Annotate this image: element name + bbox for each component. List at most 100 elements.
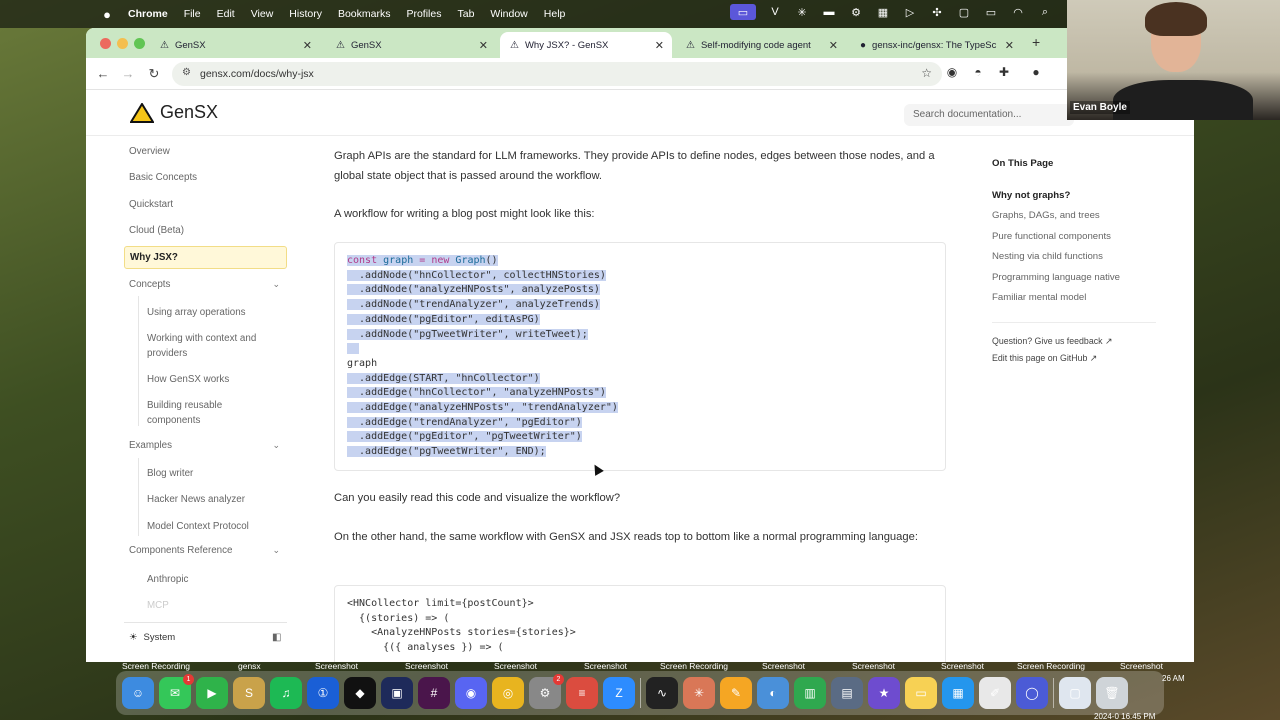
xcode-simulator-icon[interactable]: ▤: [831, 677, 863, 709]
battery-icon[interactable]: ▭: [983, 4, 999, 20]
desktop-file-label[interactable]: Screenshot: [762, 661, 805, 671]
play-icon[interactable]: ▷: [902, 4, 918, 20]
textedit-icon[interactable]: ✐: [979, 677, 1011, 709]
todoist-icon[interactable]: ≡: [566, 677, 598, 709]
finder-icon[interactable]: ☺: [122, 677, 154, 709]
menu-app-name[interactable]: Chrome: [128, 8, 168, 20]
imovie-icon[interactable]: ★: [868, 677, 900, 709]
toc-item-why-not-graphs[interactable]: Why not graphs?: [992, 190, 1070, 201]
sonos-icon[interactable]: S: [233, 677, 265, 709]
new-tab-button[interactable]: +: [1032, 34, 1040, 50]
warp-icon[interactable]: ◯: [1016, 677, 1048, 709]
sidebar-item-reusable-components[interactable]: Building reusable components: [147, 398, 277, 428]
sidebar-item-why-jsx[interactable]: Why JSX?: [124, 246, 287, 269]
site-info-icon[interactable]: ⚙: [182, 67, 191, 78]
tab-self-modifying[interactable]: ⚠ Self-modifying code agent ✕: [676, 32, 846, 58]
menu-edit[interactable]: Edit: [217, 8, 235, 20]
screen-share-icon[interactable]: ▭: [730, 4, 756, 20]
reload-icon[interactable]: ↻: [145, 65, 163, 83]
zoom-icon[interactable]: Z: [603, 677, 635, 709]
code-block-jsx[interactable]: <HNCollector limit={postCount}> {(storie…: [334, 585, 946, 662]
desktop-file-label[interactable]: Screenshot: [1120, 661, 1163, 671]
toc-item-language-native[interactable]: Programming language native: [992, 272, 1120, 283]
menu-tab[interactable]: Tab: [457, 8, 474, 20]
desktop-file-label[interactable]: Screen Recording: [660, 661, 728, 671]
menu-window[interactable]: Window: [490, 8, 527, 20]
desktop-file-label[interactable]: Screen Recording: [1017, 661, 1085, 671]
sidebar-item-overview[interactable]: Overview: [129, 146, 284, 157]
toc-item-pure-functional[interactable]: Pure functional components: [992, 231, 1111, 242]
sidebar-item-quickstart[interactable]: Quickstart: [129, 199, 284, 210]
sidebar-item-hn-analyzer[interactable]: Hacker News analyzer: [147, 492, 277, 507]
tab-github[interactable]: ● gensx-inc/gensx: The TypeSc ✕: [850, 32, 1022, 58]
desktop-file-label[interactable]: Screenshot: [584, 661, 627, 671]
bookmark-star-icon[interactable]: ☆: [921, 66, 932, 80]
wifi-icon[interactable]: ◠: [1010, 4, 1026, 20]
menu-file[interactable]: File: [184, 8, 201, 20]
code-block-graph[interactable]: const graph = new Graph() .addNode("hnCo…: [334, 242, 946, 471]
trash-icon[interactable]: 🗑: [1096, 677, 1128, 709]
close-icon[interactable]: ✕: [1005, 39, 1014, 52]
menu-bookmarks[interactable]: Bookmarks: [338, 8, 391, 20]
zoom-window-button[interactable]: [134, 38, 145, 49]
menu-history[interactable]: History: [289, 8, 322, 20]
gear-icon[interactable]: ⚙: [848, 4, 864, 20]
puzzle-icon[interactable]: ✚: [996, 65, 1012, 79]
sidebar-item-array-operations[interactable]: Using array operations: [147, 305, 277, 320]
calendar-icon[interactable]: ▦: [875, 4, 891, 20]
vercel-icon[interactable]: V: [767, 4, 783, 20]
chrome-icon[interactable]: ◎: [492, 677, 524, 709]
sidebar-item-examples[interactable]: Examples ⌄: [129, 440, 284, 451]
sidebar-item-how-gensx-works[interactable]: How GenSX works: [147, 372, 277, 387]
spotify-icon[interactable]: ♫: [270, 677, 302, 709]
facetime-icon[interactable]: ▶: [196, 677, 228, 709]
back-arrow-icon[interactable]: ←: [94, 65, 112, 83]
fan-icon[interactable]: ✣: [929, 4, 945, 20]
tab-gensx-2[interactable]: ⚠ GenSX ✕: [326, 32, 496, 58]
activity-monitor-icon[interactable]: ∿: [646, 677, 678, 709]
sidebar-item-basic-concepts[interactable]: Basic Concepts: [129, 172, 284, 183]
sidebar-item-context-providers[interactable]: Working with context and providers: [147, 331, 277, 361]
display-icon[interactable]: ▬: [821, 4, 837, 20]
proxyman-icon[interactable]: ◐: [757, 677, 789, 709]
theme-selector[interactable]: ☀ System: [129, 632, 175, 643]
apple-icon[interactable]: ●: [100, 7, 114, 22]
toc-item-mental-model[interactable]: Familiar mental model: [992, 292, 1086, 303]
1password-icon[interactable]: ①: [307, 677, 339, 709]
docker-icon[interactable]: ▦: [942, 677, 974, 709]
messages-icon[interactable]: ✉ 1: [159, 674, 194, 709]
site-logo[interactable]: GenSX: [130, 102, 218, 123]
desktop-file-label[interactable]: Screenshot: [405, 661, 448, 671]
close-window-button[interactable]: [100, 38, 111, 49]
notes-icon[interactable]: ▭: [905, 677, 937, 709]
close-icon[interactable]: ✕: [303, 39, 312, 52]
close-icon[interactable]: ✕: [829, 39, 838, 52]
search-icon[interactable]: ⌕: [1037, 4, 1053, 20]
discord-icon[interactable]: ◉: [455, 677, 487, 709]
claude-icon[interactable]: ✳: [683, 677, 715, 709]
forward-arrow-icon[interactable]: →: [119, 65, 137, 83]
pencil-app-icon[interactable]: ✎: [720, 677, 752, 709]
desktop-file-label[interactable]: Screenshot: [494, 661, 537, 671]
feedback-link[interactable]: Question? Give us feedback ↗: [992, 336, 1112, 347]
sidebar-item-cloud[interactable]: Cloud (Beta): [129, 225, 284, 236]
collapse-sidebar-icon[interactable]: ◧: [272, 632, 281, 643]
sidebar-item-anthropic[interactable]: Anthropic: [147, 572, 277, 587]
preview-icon[interactable]: ▢: [1059, 677, 1091, 709]
toc-item-nesting[interactable]: Nesting via child functions: [992, 251, 1103, 262]
system-settings-icon[interactable]: ⚙ 2: [529, 674, 564, 709]
desktop-file-label[interactable]: Screenshot: [315, 661, 358, 671]
desktop-file-label[interactable]: Screenshot: [941, 661, 984, 671]
desktop-file-label[interactable]: Screen Recording: [122, 661, 190, 671]
menu-profiles[interactable]: Profiles: [406, 8, 441, 20]
extension-icon-2[interactable]: ◓: [970, 65, 986, 79]
tab-gensx-1[interactable]: ⚠ GenSX ✕: [150, 32, 320, 58]
search-input[interactable]: Search documentation...: [904, 104, 1074, 126]
toc-item-graphs-dags[interactable]: Graphs, DAGs, and trees: [992, 210, 1100, 221]
menu-view[interactable]: View: [251, 8, 274, 20]
sidebar-item-components-reference[interactable]: Components Reference ⌄: [129, 545, 284, 556]
minimize-window-button[interactable]: [117, 38, 128, 49]
desktop-file-label[interactable]: Screenshot: [852, 661, 895, 671]
sidebar-item-concepts[interactable]: Concepts ⌄: [129, 279, 284, 290]
menu-help[interactable]: Help: [544, 8, 566, 20]
